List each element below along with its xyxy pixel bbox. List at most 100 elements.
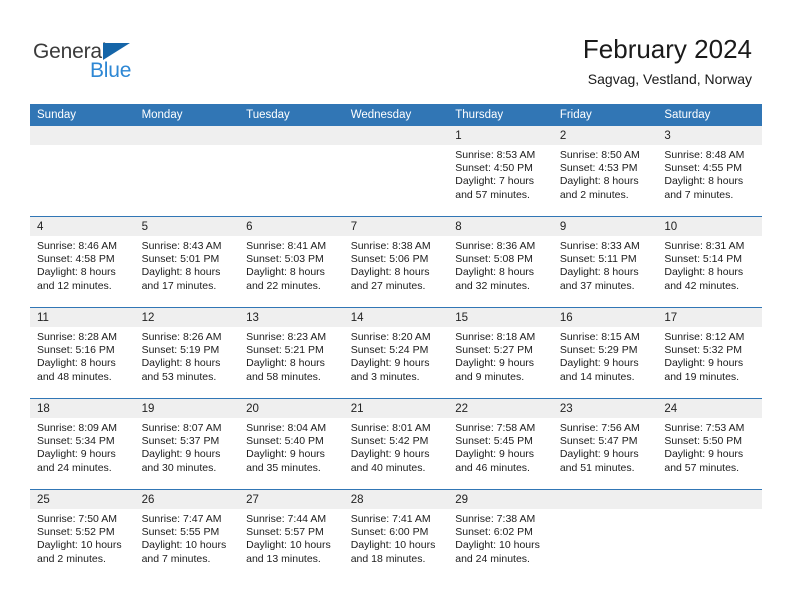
day-number: 29 — [448, 490, 553, 509]
calendar-day-cell[interactable]: 10 Sunrise: 8:31 AM Sunset: 5:14 PM Dayligh… — [657, 216, 762, 308]
sunset-text: Sunset: 5:37 PM — [141, 435, 220, 448]
calendar-day-cell[interactable]: 13 Sunrise: 8:23 AM Sunset: 5:21 PM Dayligh… — [239, 307, 344, 399]
calendar-day-cell[interactable]: 23 Sunrise: 7:56 AM Sunset: 5:47 PM Dayligh… — [552, 398, 658, 490]
calendar-day-cell[interactable]: 18 Sunrise: 8:09 AM Sunset: 5:34 PM Dayligh… — [30, 398, 135, 490]
sunset-text: Sunset: 5:14 PM — [664, 253, 743, 266]
calendar-day-cell[interactable]: 8 Sunrise: 8:36 AM Sunset: 5:08 PM Daylight… — [448, 216, 553, 308]
day-number: 2 — [552, 126, 658, 145]
calendar-day-cell[interactable]: 16 Sunrise: 8:15 AM Sunset: 5:29 PM Dayligh… — [552, 307, 658, 399]
sunset-text: Sunset: 5:24 PM — [350, 344, 429, 357]
day-number — [657, 490, 762, 509]
weekday-header-wednesday: Wednesday — [343, 104, 449, 126]
calendar-day-cell[interactable]: 14 Sunrise: 8:20 AM Sunset: 5:24 PM Dayligh… — [343, 307, 449, 399]
day-number: 17 — [657, 308, 762, 327]
calendar-day-cell[interactable]: 6 Sunrise: 8:41 AM Sunset: 5:03 PM Daylight… — [239, 216, 344, 308]
daylight-text-line2: and 7 minutes. — [664, 188, 734, 201]
daylight-text-line2: and 42 minutes. — [664, 279, 740, 292]
page-subtitle: Sagvag, Vestland, Norway — [587, 71, 752, 87]
triangle-icon — [103, 43, 130, 60]
day-sun-info: Sunrise: 7:58 AM Sunset: 5:45 PM Daylight:… — [448, 418, 553, 475]
sunrise-text: Sunrise: 8:26 AM — [141, 331, 222, 343]
calendar-day-cell[interactable]: 12 Sunrise: 8:26 AM Sunset: 5:19 PM Dayligh… — [134, 307, 240, 399]
sunset-text: Sunset: 6:02 PM — [455, 526, 533, 539]
calendar-day-cell[interactable]: 28 Sunrise: 7:41 AM Sunset: 6:00 PM Dayligh… — [343, 489, 449, 580]
sunset-text: Sunset: 5:27 PM — [455, 344, 533, 357]
calendar-day-cell[interactable]: 21 Sunrise: 8:01 AM Sunset: 5:42 PM Dayligh… — [343, 398, 449, 490]
daylight-text-line1: Daylight: 8 hours — [141, 357, 221, 370]
day-number: 22 — [448, 399, 553, 418]
sunset-text: Sunset: 5:45 PM — [455, 435, 533, 448]
sunrise-text: Sunrise: 7:58 AM — [455, 422, 536, 434]
day-sun-info: Sunrise: 7:53 AM Sunset: 5:50 PM Daylight:… — [657, 418, 762, 475]
daylight-text-line2: and 57 minutes. — [664, 461, 740, 474]
calendar-day-cell[interactable]: 25 Sunrise: 7:50 AM Sunset: 5:52 PM Dayligh… — [30, 489, 135, 580]
sunrise-text: Sunrise: 8:09 AM — [37, 422, 117, 434]
day-number: 16 — [552, 308, 658, 327]
sunrise-text: Sunrise: 8:28 AM — [37, 331, 117, 343]
day-number: 18 — [30, 399, 135, 418]
day-sun-info: Sunrise: 8:07 AM Sunset: 5:37 PM Daylight:… — [135, 418, 240, 475]
day-sun-info: Sunrise: 8:04 AM Sunset: 5:40 PM Daylight:… — [239, 418, 344, 475]
calendar-day-cell[interactable]: 26 Sunrise: 7:47 AM Sunset: 5:55 PM Dayligh… — [134, 489, 240, 580]
daylight-text-line1: Daylight: 9 hours — [559, 357, 639, 370]
sunset-text: Sunset: 5:08 PM — [455, 253, 533, 266]
sunset-text: Sunset: 5:19 PM — [141, 344, 220, 357]
day-number: 3 — [657, 126, 762, 145]
daylight-text-line2: and 46 minutes. — [455, 461, 530, 474]
day-sun-info: Sunrise: 8:41 AM Sunset: 5:03 PM Daylight:… — [239, 236, 344, 293]
day-sun-info: Sunrise: 8:09 AM Sunset: 5:34 PM Daylight:… — [30, 418, 135, 475]
daylight-text-line1: Daylight: 10 hours — [350, 539, 436, 552]
daylight-text-line1: Daylight: 10 hours — [455, 539, 540, 552]
calendar-day-cell[interactable]: 15 Sunrise: 8:18 AM Sunset: 5:27 PM Dayligh… — [448, 307, 553, 399]
calendar-day-cell[interactable]: 22 Sunrise: 7:58 AM Sunset: 5:45 PM Dayligh… — [448, 398, 553, 490]
day-sun-info: Sunrise: 7:41 AM Sunset: 6:00 PM Daylight:… — [344, 509, 449, 566]
calendar-day-cell[interactable]: 2 Sunrise: 8:50 AM Sunset: 4:53 PM Daylight… — [552, 126, 658, 217]
sunset-text: Sunset: 5:32 PM — [664, 344, 743, 357]
calendar-day-cell[interactable]: 24 Sunrise: 7:53 AM Sunset: 5:50 PM Dayligh… — [657, 398, 762, 490]
daylight-text-line2: and 57 minutes. — [455, 188, 530, 201]
sunrise-text: Sunrise: 8:23 AM — [246, 331, 327, 343]
day-number: 10 — [657, 217, 762, 236]
brand-logo[interactable]: General Blue — [33, 40, 173, 86]
day-sun-info: Sunrise: 8:18 AM Sunset: 5:27 PM Daylight:… — [448, 327, 553, 384]
calendar-day-cell[interactable]: 29 Sunrise: 7:38 AM Sunset: 6:02 PM Dayligh… — [448, 489, 553, 580]
daylight-text-line2: and 17 minutes. — [141, 279, 217, 292]
calendar-day-cell[interactable]: 3 Sunrise: 8:48 AM Sunset: 4:55 PM Daylight… — [657, 126, 762, 217]
calendar-day-cell[interactable]: 19 Sunrise: 8:07 AM Sunset: 5:37 PM Dayligh… — [134, 398, 240, 490]
calendar-day-cell[interactable]: 7 Sunrise: 8:38 AM Sunset: 5:06 PM Daylight… — [343, 216, 449, 308]
sunrise-text: Sunrise: 8:53 AM — [455, 149, 536, 161]
day-number — [552, 490, 658, 509]
calendar-day-cell[interactable]: 20 Sunrise: 8:04 AM Sunset: 5:40 PM Dayligh… — [239, 398, 344, 490]
brand-name-blue: Blue — [90, 59, 132, 82]
daylight-text-line2: and 13 minutes. — [246, 552, 321, 565]
daylight-text-line2: and 24 minutes. — [455, 552, 530, 565]
calendar-day-cell[interactable]: 17 Sunrise: 8:12 AM Sunset: 5:32 PM Dayligh… — [657, 307, 762, 399]
weekday-header-saturday: Saturday — [657, 104, 762, 126]
sunrise-text: Sunrise: 8:01 AM — [350, 422, 431, 434]
daylight-text-line2: and 24 minutes. — [37, 461, 112, 474]
day-number: 28 — [343, 490, 449, 509]
calendar-day-cell[interactable]: 27 Sunrise: 7:44 AM Sunset: 5:57 PM Dayligh… — [239, 489, 344, 580]
sunrise-text: Sunrise: 8:46 AM — [37, 240, 117, 252]
daylight-text-line1: Daylight: 9 hours — [350, 448, 430, 461]
day-number: 5 — [134, 217, 240, 236]
calendar-cell-empty — [239, 126, 344, 217]
calendar-day-cell[interactable]: 1 Sunrise: 8:53 AM Sunset: 4:50 PM Daylight… — [448, 126, 553, 217]
sunset-text: Sunset: 5:42 PM — [350, 435, 429, 448]
daylight-text-line1: Daylight: 9 hours — [664, 357, 744, 370]
calendar-week-row: 11 Sunrise: 8:28 AM Sunset: 5:16 PM Dayligh… — [30, 307, 762, 399]
calendar-day-cell[interactable]: 11 Sunrise: 8:28 AM Sunset: 5:16 PM Dayligh… — [30, 307, 135, 399]
calendar-day-cell[interactable]: 9 Sunrise: 8:33 AM Sunset: 5:11 PM Daylight… — [552, 216, 658, 308]
calendar-day-cell[interactable]: 5 Sunrise: 8:43 AM Sunset: 5:01 PM Daylight… — [134, 216, 240, 308]
day-sun-info: Sunrise: 8:28 AM Sunset: 5:16 PM Daylight:… — [30, 327, 135, 384]
sunset-text: Sunset: 5:03 PM — [246, 253, 324, 266]
daylight-text-line1: Daylight: 10 hours — [141, 539, 227, 552]
sunset-text: Sunset: 5:52 PM — [37, 526, 115, 539]
day-number — [239, 126, 344, 145]
calendar-cell-empty — [657, 489, 762, 580]
daylight-text-line2: and 3 minutes. — [350, 370, 420, 383]
sunset-text: Sunset: 5:06 PM — [350, 253, 429, 266]
sunset-text: Sunset: 5:01 PM — [141, 253, 220, 266]
day-sun-info: Sunrise: 7:38 AM Sunset: 6:02 PM Daylight:… — [448, 509, 553, 566]
calendar-day-cell[interactable]: 4 Sunrise: 8:46 AM Sunset: 4:58 PM Daylight… — [30, 216, 135, 308]
